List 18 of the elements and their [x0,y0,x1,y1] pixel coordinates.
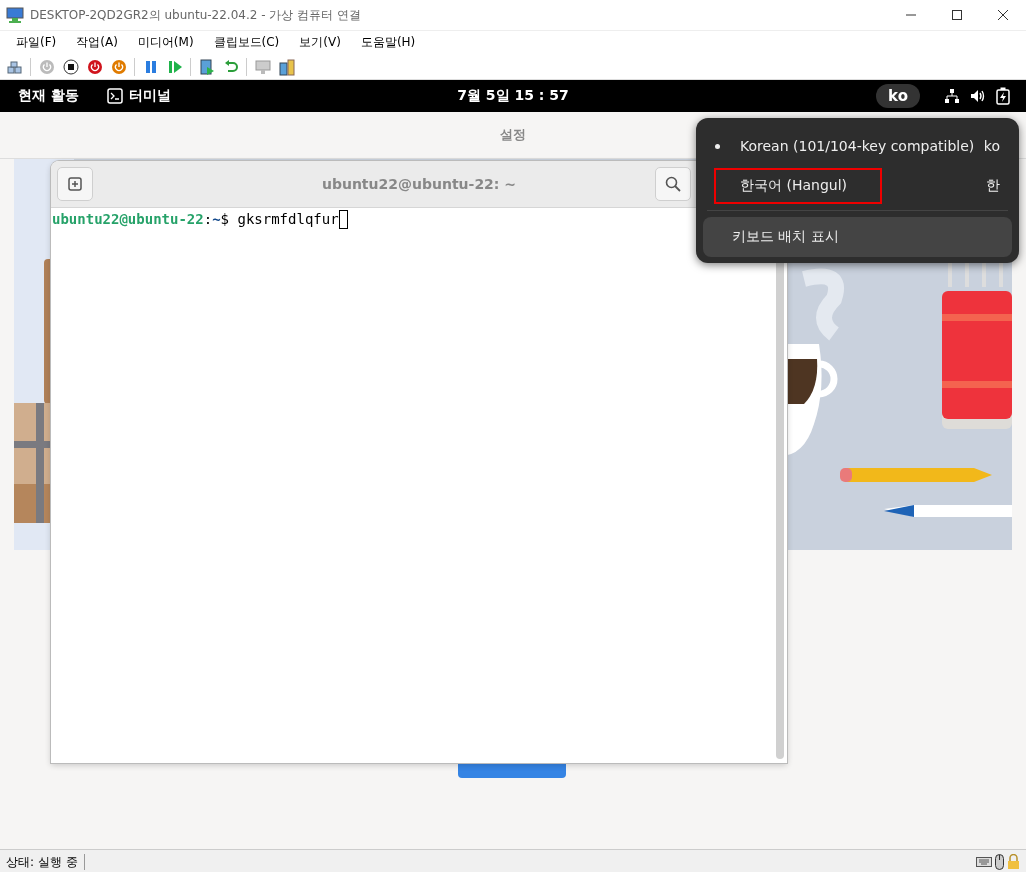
clock-button[interactable]: 7월 5일 15 : 57 [457,87,569,103]
show-keyboard-layout-item[interactable]: 키보드 배치 표시 [703,217,1012,257]
menu-item[interactable]: 미디어(M) [127,32,204,53]
settings-title: 설정 [500,126,526,144]
status-text: 상태: 실행 중 [0,854,85,870]
window-title: DESKTOP-2QD2GR2의 ubuntu-22.04.2 - 가상 컴퓨터 연결 [30,6,361,24]
input-source-button[interactable]: ko [876,84,920,108]
activities-button[interactable]: 현재 활동 [18,83,79,109]
input-source-item[interactable]: Korean (101/104-key compatible) ko [703,126,1012,166]
menu-item[interactable]: 파일(F) [6,32,67,53]
menu-item[interactable]: 작업(A) [66,32,128,53]
terminal-line: ubuntu22@ubuntu-22:~$ gksrmfdlqfur [52,210,339,227]
menu-item[interactable]: 도움말(H) [350,32,426,53]
terminal-title: ubuntu22@ubuntu-22: ~ [321,176,517,192]
menu-item[interactable]: 보기(V) [289,32,351,53]
menu-item[interactable]: 클립보드(C) [203,32,290,53]
input-source-item[interactable]: 한국어 (Hangul) 한 [703,166,1012,206]
app-menu-button[interactable]: 터미널 [106,87,171,105]
